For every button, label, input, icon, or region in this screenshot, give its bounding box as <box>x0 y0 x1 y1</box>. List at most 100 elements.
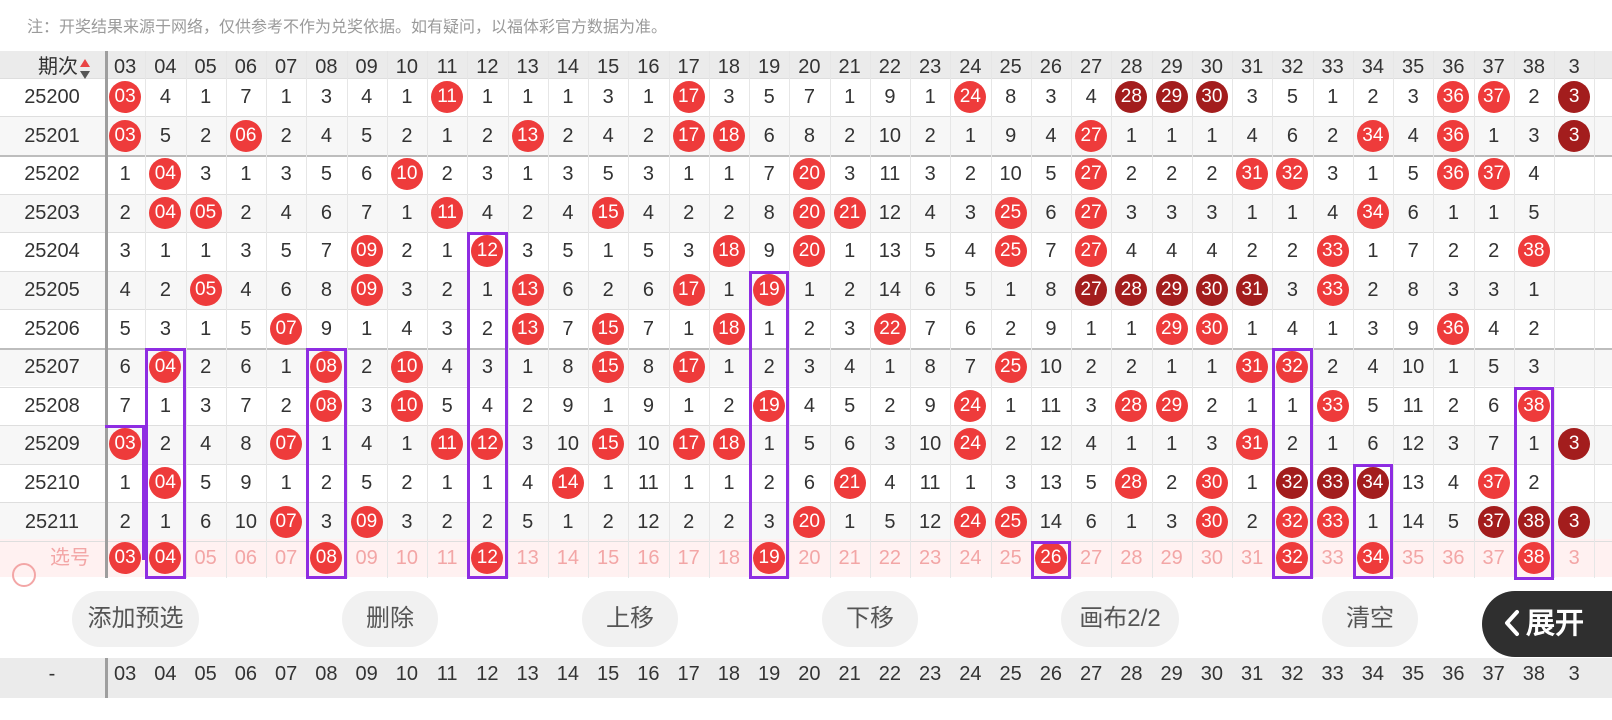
miss-count: 3 <box>240 240 252 263</box>
miss-count: 2 <box>642 124 654 147</box>
miss-count: 2 <box>562 124 574 147</box>
selected-number-ball[interactable]: 03 <box>109 542 142 574</box>
miss-count: 1 <box>441 124 453 147</box>
drawn-number-ball: 29 <box>1155 312 1188 345</box>
miss-count: 2 <box>1206 394 1218 417</box>
miss-count: 2 <box>1206 163 1218 186</box>
miss-count: 3 <box>1327 163 1339 186</box>
column-header: 16 <box>637 56 660 78</box>
footer-column-header: 21 <box>838 663 861 685</box>
miss-count: 4 <box>1246 124 1258 147</box>
miss-count: 10 <box>637 433 660 456</box>
selectable-number[interactable]: 18 <box>708 548 749 568</box>
miss-count: 4 <box>964 240 976 263</box>
selectable-number[interactable]: 05 <box>185 548 226 568</box>
selectable-number[interactable]: 33 <box>1312 548 1353 568</box>
marking-box <box>145 347 186 580</box>
drawn-number-ball: 36 <box>1437 312 1470 345</box>
selectable-number[interactable]: 13 <box>507 548 548 568</box>
miss-count: 6 <box>1286 124 1298 147</box>
miss-count: 1 <box>1286 201 1298 224</box>
miss-count: 3 <box>1206 201 1218 224</box>
selectable-number[interactable]: 3 <box>1554 548 1595 568</box>
miss-count: 3 <box>1206 433 1218 456</box>
miss-count: 4 <box>1488 317 1500 340</box>
drawn-number-ball: 10 <box>390 351 423 384</box>
footer-column-header: 29 <box>1160 663 1183 685</box>
selectable-number[interactable]: 16 <box>628 548 669 568</box>
selectable-number[interactable]: 22 <box>869 548 910 568</box>
selectable-number[interactable]: 30 <box>1191 548 1232 568</box>
selectable-number[interactable]: 09 <box>346 548 387 568</box>
miss-count: 6 <box>803 472 815 494</box>
selectable-number[interactable]: 35 <box>1393 548 1434 568</box>
miss-count: 1 <box>803 279 815 301</box>
selectable-number[interactable]: 17 <box>668 548 709 568</box>
miss-count: 3 <box>1286 279 1298 301</box>
selectable-number[interactable]: 07 <box>266 548 307 568</box>
drawn-number-ball: 25 <box>994 505 1027 538</box>
miss-count: 14 <box>878 279 901 301</box>
miss-count: 4 <box>200 433 212 456</box>
drawn-number-ball: 17 <box>672 351 705 384</box>
miss-count: 1 <box>1125 317 1137 340</box>
column-header: 19 <box>758 56 781 78</box>
delete-button[interactable]: 删除 <box>342 591 438 647</box>
marking-box <box>1513 386 1554 580</box>
miss-count: 6 <box>1085 510 1097 533</box>
selectable-number[interactable]: 24 <box>950 548 991 568</box>
selectable-number[interactable]: 10 <box>386 548 427 568</box>
miss-count: 2 <box>361 356 373 379</box>
selectable-number[interactable]: 31 <box>1232 548 1273 568</box>
miss-count: 4 <box>924 201 936 224</box>
drawn-number-ball: 34 <box>1356 196 1389 229</box>
miss-count: 6 <box>844 433 856 456</box>
sort-arrows-icon[interactable] <box>79 57 91 81</box>
selectable-number[interactable]: 23 <box>910 548 951 568</box>
miss-count: 2 <box>1166 472 1178 494</box>
footer-column-header: 38 <box>1522 663 1545 685</box>
selectable-number[interactable]: 29 <box>1151 548 1192 568</box>
column-header: 21 <box>838 56 861 78</box>
miss-count: 1 <box>200 86 212 108</box>
issue-number: 25210 <box>24 472 80 494</box>
clear-button[interactable]: 清空 <box>1322 591 1418 647</box>
miss-count: 3 <box>280 163 292 186</box>
expand-button[interactable]: 展开 <box>1482 591 1612 657</box>
selectable-number[interactable]: 14 <box>547 548 588 568</box>
selectable-number[interactable]: 20 <box>789 548 830 568</box>
selectable-number[interactable]: 15 <box>588 548 629 568</box>
miss-count: 7 <box>361 201 373 224</box>
miss-count: 2 <box>1005 317 1017 340</box>
add-preset-button[interactable]: 添加预选 <box>72 591 199 647</box>
miss-count: 2 <box>522 201 534 224</box>
selectable-number[interactable]: 37 <box>1473 548 1514 568</box>
row-divider <box>0 232 1612 234</box>
selectable-number[interactable]: 27 <box>1071 548 1112 568</box>
selectable-number[interactable]: 36 <box>1433 548 1474 568</box>
move-down-button[interactable]: 下移 <box>822 591 918 647</box>
miss-count: 10 <box>1402 356 1425 379</box>
canvas-page-button[interactable]: 画布2/2 <box>1061 591 1179 647</box>
footer-column-header: 35 <box>1402 663 1425 685</box>
period-header-label[interactable]: 期次 <box>0 57 78 77</box>
miss-count: 3 <box>1166 201 1178 224</box>
select-radio-icon[interactable] <box>12 563 36 587</box>
selection-label: 选号 <box>50 547 90 569</box>
move-up-button[interactable]: 上移 <box>582 591 678 647</box>
selectable-number[interactable]: 11 <box>427 548 468 568</box>
issue-number: 25203 <box>24 201 80 224</box>
selectable-number[interactable]: 25 <box>990 548 1031 568</box>
miss-count: 3 <box>159 317 171 340</box>
footer-column-header: 28 <box>1120 663 1143 685</box>
selectable-number[interactable]: 21 <box>829 548 870 568</box>
selectable-number[interactable]: 06 <box>225 548 266 568</box>
selectable-number[interactable]: 28 <box>1111 548 1152 568</box>
drawn-number-ball: 15 <box>592 196 625 229</box>
miss-count: 2 <box>1528 86 1540 108</box>
miss-count: 5 <box>1045 163 1057 186</box>
miss-count: 4 <box>280 201 292 224</box>
miss-count: 4 <box>602 124 614 147</box>
drawn-number-ball: 06 <box>229 119 262 152</box>
column-header: 07 <box>275 56 298 78</box>
